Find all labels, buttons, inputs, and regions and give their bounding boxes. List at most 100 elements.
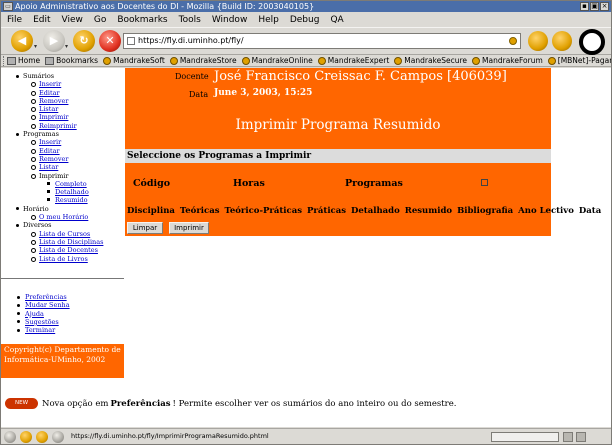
minimize-icon[interactable]: ▪ — [580, 2, 589, 11]
sidebar-item-sumarios-inserir[interactable]: Inserir — [15, 80, 124, 88]
sidebar-subitem-detalhado[interactable]: Detalhado — [15, 188, 124, 196]
bookmark-icon — [169, 56, 178, 65]
bookmark-icon — [394, 56, 403, 65]
sidebar-subitem-completo[interactable]: Completo — [15, 180, 124, 188]
back-arrow-icon: ◀ — [17, 34, 27, 47]
bookmark-mandrakeexpert[interactable]: MandrakeExpert — [317, 56, 389, 65]
column-disciplina: Disciplina — [127, 206, 175, 216]
print-form-button[interactable]: Imprimir — [169, 222, 209, 234]
column-resumido: Resumido — [404, 206, 453, 216]
docente-value: José Francisco Creissac F. Campos [40603… — [214, 69, 507, 84]
maximize-icon[interactable]: ▣ — [590, 2, 599, 11]
bookmark-mandrakesecure[interactable]: MandrakeSecure — [394, 56, 467, 65]
bookmark-icon — [103, 56, 112, 65]
composer-icon[interactable] — [36, 431, 48, 443]
sidebar-item-programas-editar[interactable]: Editar — [15, 147, 124, 155]
page-icon — [127, 37, 135, 45]
clear-button[interactable]: Limpar — [127, 222, 163, 234]
sidebar-link-mudar-senha[interactable]: Mudar Senha — [15, 301, 124, 309]
new-badge-icon: NEW — [5, 398, 38, 409]
back-dropdown-icon[interactable]: ▾ — [34, 44, 40, 50]
security-lock-icon[interactable] — [576, 432, 586, 442]
sidebar-section-sumarios: Sumários — [15, 72, 124, 80]
bookmark-mandrakeforum[interactable]: MandrakeForum — [472, 56, 543, 65]
title-bar: ▭ Apoio Administrativo aos Docentes do D… — [1, 1, 611, 12]
sidebar-item-programas-inserir[interactable]: Inserir — [15, 138, 124, 146]
status-indicators — [563, 432, 586, 442]
bookmark-mbnet[interactable]: [MBNet]-Pagam... — [547, 56, 611, 65]
sidebar-item-programas-listar[interactable]: Listar — [15, 163, 124, 171]
column-teoricas: Teóricas — [179, 206, 220, 216]
menu-edit[interactable]: Edit — [33, 15, 50, 25]
sidebar-item-sumarios-remover[interactable]: Remover — [15, 97, 124, 105]
sidebar-item-lista-disciplinas[interactable]: Lista de Disciplinas — [15, 238, 124, 246]
menu-view[interactable]: View — [62, 15, 83, 25]
stop-icon: ✕ — [105, 34, 115, 47]
sidebar-item-sumarios-reimprimir[interactable]: Reimprimir — [15, 122, 124, 130]
status-icons — [4, 431, 64, 443]
sidebar-link-terminar[interactable]: Terminar — [15, 326, 124, 334]
bookmark-mandrakeonline[interactable]: MandrakeOnline — [241, 56, 313, 65]
menu-bookmarks[interactable]: Bookmarks — [117, 15, 167, 25]
page-title: Imprimir Programa Resumido — [235, 117, 441, 133]
menu-tools[interactable]: Tools — [179, 15, 201, 25]
sidebar-subitem-resumido[interactable]: Resumido — [15, 196, 124, 204]
sidebar-item-programas-imprimir: Imprimir — [15, 172, 124, 180]
sidebar-account-menu: Preferências Mudar Senha Ajuda Sugestões… — [15, 293, 124, 334]
sidebar-item-lista-docentes[interactable]: Lista de Docentes — [15, 246, 124, 254]
sidebar-item-lista-livros[interactable]: Lista de Livros — [15, 255, 124, 263]
sidebar-divider — [1, 278, 124, 279]
close-icon[interactable]: × — [600, 2, 609, 11]
select-all-checkbox[interactable] — [481, 179, 488, 186]
menu-qa[interactable]: QA — [330, 15, 343, 25]
copyright-box: Copyright(c) Departamento de Informática… — [1, 344, 124, 378]
sidebar-item-sumarios-imprimir[interactable]: Imprimir — [15, 113, 124, 121]
bookmark-bookmarks[interactable]: Bookmarks — [45, 56, 98, 65]
docente-label: Docente — [175, 72, 209, 81]
sidebar-section-horario: Horário — [15, 205, 124, 213]
home-icon — [7, 56, 16, 65]
menu-bar: File Edit View Go Bookmarks Tools Window… — [1, 12, 611, 27]
bookmark-home[interactable]: Home — [7, 56, 40, 65]
print-form-panel: Docente José Francisco Creissac F. Campo… — [125, 68, 601, 236]
bookmark-mandrakesoft[interactable]: MandrakeSoft — [103, 56, 165, 65]
sidebar-item-sumarios-listar[interactable]: Listar — [15, 105, 124, 113]
back-button[interactable]: ◀ — [11, 30, 33, 52]
stop-button[interactable]: ✕ — [99, 30, 121, 52]
menu-help[interactable]: Help — [258, 15, 279, 25]
sidebar-link-sugestoes[interactable]: Sugestões — [15, 318, 124, 326]
menu-file[interactable]: File — [7, 15, 22, 25]
date-label: Data — [189, 90, 209, 99]
toolbar-grip[interactable] — [3, 55, 4, 66]
news-announcement: NEW Nova opção em Preferências ! Permite… — [5, 398, 456, 409]
go-icon[interactable] — [509, 37, 517, 45]
address-book-icon[interactable] — [52, 431, 64, 443]
bookmark-icon — [547, 56, 556, 65]
url-input[interactable]: https://fly.di.uminho.pt/fly/ — [123, 33, 521, 49]
news-suffix: ! Permite escolher ver os sumários do an… — [172, 398, 457, 409]
sidebar-item-sumarios-editar[interactable]: Editar — [15, 89, 124, 97]
sidebar-link-preferencias[interactable]: Preferências — [15, 293, 124, 301]
sidebar-item-programas-remover[interactable]: Remover — [15, 155, 124, 163]
sidebar-item-meu-horario[interactable]: O meu Horário — [15, 213, 124, 221]
navigation-toolbar: ◀ ▾ ▶ ▾ ↻ ✕ https://fly.di.uminho.pt/fly… — [1, 27, 611, 55]
reload-button[interactable]: ↻ — [73, 30, 95, 52]
page-content: Sumários Inserir Editar Remover Listar I… — [1, 68, 611, 427]
menu-go[interactable]: Go — [94, 15, 106, 25]
search-button[interactable] — [528, 31, 548, 51]
print-button[interactable] — [552, 31, 572, 51]
column-teorico-praticas: Teórico-Práticas — [224, 206, 303, 216]
sidebar-item-lista-cursos[interactable]: Lista de Cursos — [15, 230, 124, 238]
bookmark-icon — [472, 56, 481, 65]
forward-dropdown-icon[interactable]: ▾ — [65, 44, 71, 50]
sidebar-link-ajuda[interactable]: Ajuda — [15, 310, 124, 318]
bookmark-mandrakestore[interactable]: MandrakeStore — [169, 56, 237, 65]
sidebar: Sumários Inserir Editar Remover Listar I… — [1, 68, 124, 427]
mail-icon[interactable] — [20, 431, 32, 443]
menu-window[interactable]: Window — [212, 15, 248, 25]
throbber-icon[interactable] — [579, 29, 605, 55]
navigator-icon[interactable] — [4, 431, 16, 443]
forward-button[interactable]: ▶ — [43, 30, 65, 52]
column-ano-lectivo: Ano Lectivo — [518, 206, 574, 216]
menu-debug[interactable]: Debug — [290, 15, 320, 25]
